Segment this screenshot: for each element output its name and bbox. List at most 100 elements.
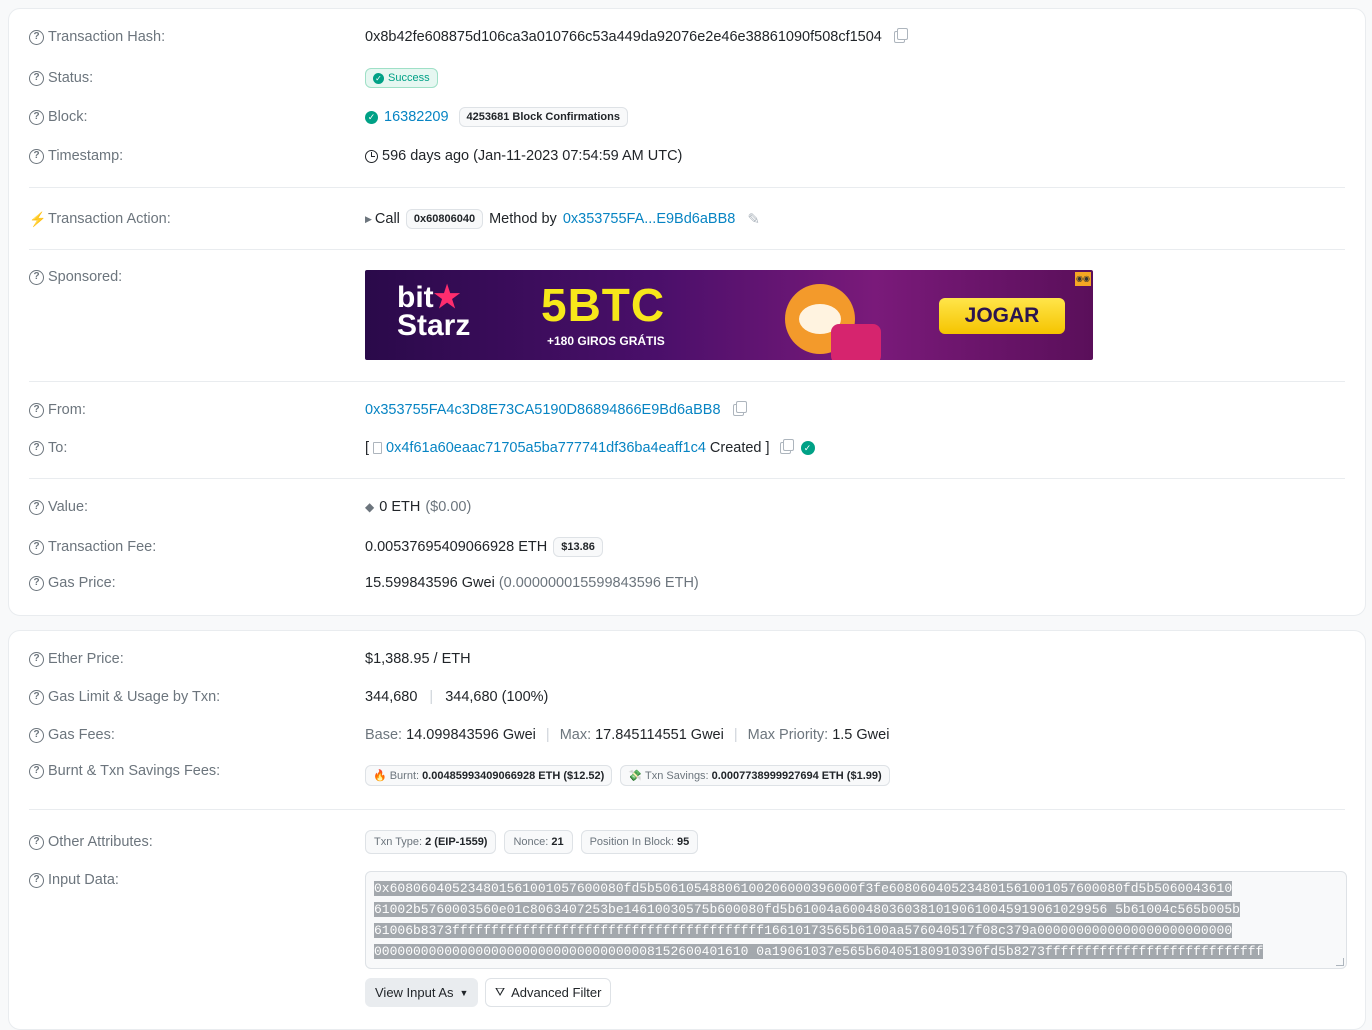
method-address-link[interactable]: 0x353755FA...E9Bd6aBB8	[563, 211, 736, 227]
txn-type-value: 2 (EIP-1559)	[425, 836, 488, 848]
ethereum-icon: ◆	[365, 500, 375, 514]
row-ether-price: ? Ether Price: $1,388.95 / ETH	[29, 651, 1345, 667]
savings-pill-label: Txn Savings:	[645, 769, 709, 782]
base-value: 14.099843596 Gwei	[406, 727, 536, 743]
copy-icon[interactable]	[893, 28, 908, 43]
banner-brand: bit★ Starz	[397, 283, 471, 342]
clock-icon	[365, 149, 378, 163]
input-label: Input Data:	[48, 872, 119, 888]
divider	[29, 478, 1345, 479]
help-icon[interactable]: ?	[29, 269, 44, 285]
from-label: From:	[48, 402, 86, 418]
help-icon[interactable]: ?	[29, 689, 44, 705]
divider	[29, 187, 1345, 188]
txn-type-label: Txn Type:	[374, 836, 423, 848]
max-value: 17.845114551 Gwei	[595, 727, 724, 743]
status-badge: ✓ Success	[365, 68, 438, 88]
value-label: Value:	[48, 499, 89, 515]
row-burnt-savings: ? Burnt & Txn Savings Fees: 🔥 Burnt: 0.0048…	[29, 763, 1345, 786]
row-transaction-fee: ? Transaction Fee: 0.00537695409066928 ET…	[29, 537, 1345, 557]
help-icon[interactable]: ?	[29, 70, 44, 86]
row-to: ? To: [0x4f61a60eaac71705a5ba777741df36ba…	[29, 439, 1345, 456]
pencil-icon[interactable]: ✎	[747, 210, 760, 228]
from-address-link[interactable]: 0x353755FA4c3D8E73CA5190D86894866E9Bd6aB…	[365, 402, 721, 418]
nonce-badge: Nonce: 21	[504, 830, 573, 854]
advanced-filter-button[interactable]: ⛛ Advanced Filter	[485, 978, 612, 1007]
help-icon[interactable]: ?	[29, 499, 44, 515]
row-tx-hash: ? Transaction Hash: 0x8b42fe608875d106ca3…	[29, 28, 1345, 45]
help-icon[interactable]: ?	[29, 440, 44, 456]
max-priority-value: 1.5 Gwei	[832, 727, 890, 743]
view-input-as-button[interactable]: View Input As ▼	[365, 978, 479, 1007]
caret-right-icon[interactable]: ▶	[365, 214, 372, 225]
help-icon[interactable]: ?	[29, 29, 44, 45]
help-icon[interactable]: ?	[29, 575, 44, 591]
other-label: Other Attributes:	[48, 834, 153, 850]
banner-cta-button[interactable]: JOGAR	[939, 298, 1065, 334]
position-value: 95	[676, 836, 690, 848]
action-label: Transaction Action:	[48, 211, 171, 227]
burnt-pill-label: Burnt:	[389, 769, 420, 782]
status-value: Success	[388, 72, 430, 84]
money-icon: 💸	[628, 770, 643, 782]
nonce-label: Nonce:	[513, 836, 549, 848]
timestamp-value: 596 days ago (Jan-11-2023 07:54:59 AM UT…	[382, 148, 683, 164]
help-icon[interactable]: ?	[29, 539, 44, 555]
block-confirmations-badge: 4253681 Block Confirmations	[458, 107, 628, 127]
burnt-badge: 🔥 Burnt: 0.00485993409066928 ETH ($12.52)	[365, 765, 613, 786]
savings-badge: 💸 Txn Savings: 0.0007738999927694 ETH ($1.…	[620, 765, 890, 786]
row-status: ? Status: ✓ Success	[29, 68, 1345, 88]
help-icon[interactable]: ?	[29, 872, 44, 888]
to-contract-link[interactable]: 0x4f61a60eaac71705a5ba777741df36ba4eaff1…	[386, 440, 706, 456]
burnt-pill-value: 0.00485993409066928 ETH ($12.52)	[422, 769, 605, 782]
sponsored-banner[interactable]: bit★ Starz 5BTC +180 GIROS GRÁTIS JOGAR …	[365, 270, 1093, 360]
check-circle-icon: ✓	[373, 72, 384, 84]
tx-hash-value: 0x8b42fe608875d106ca3a010766c53a449da920…	[365, 29, 882, 45]
row-block: ? Block: ✓ 16382209 4253681 Block Confirmat…	[29, 107, 1345, 127]
input-data-textarea[interactable]: 0x608060405234801561001057600080fd5b5061…	[365, 871, 1347, 969]
tx-hash-label: Transaction Hash:	[48, 29, 166, 45]
help-icon[interactable]: ?	[29, 727, 44, 743]
row-gas-limit: ? Gas Limit & Usage by Txn: 344,680 | 344,6…	[29, 689, 1345, 705]
row-gas-price: ? Gas Price: 15.599843596 Gwei (0.00000001…	[29, 575, 1345, 591]
max-label: Max:	[559, 727, 592, 743]
more-details-card: ? Ether Price: $1,388.95 / ETH ? Gas Limit…	[8, 630, 1366, 1030]
max-priority-label: Max Priority:	[747, 727, 829, 743]
block-label: Block:	[48, 109, 88, 125]
input-line: 61006b8373ffffffffffffffffffffffffffffff…	[374, 923, 1233, 938]
banner-headline: 5BTC	[541, 279, 666, 331]
method-by: Method by	[489, 211, 557, 227]
burnt-label: Burnt & Txn Savings Fees:	[48, 763, 221, 779]
banner-brand-bottom: Starz	[397, 309, 471, 342]
help-icon[interactable]: ?	[29, 402, 44, 418]
ad-choices-icon[interactable]: ◉◉	[1075, 272, 1091, 286]
view-input-as-label: View Input As	[375, 985, 454, 1000]
input-line: 0x608060405234801561001057600080fd5b5061…	[374, 881, 1233, 896]
row-from: ? From: 0x353755FA4c3D8E73CA5190D86894866…	[29, 401, 1345, 418]
fire-icon: 🔥	[373, 770, 387, 782]
value-eth: 0 ETH	[379, 499, 421, 515]
row-other-attributes: ? Other Attributes: Txn Type: 2 (EIP-1559)…	[29, 830, 1345, 854]
help-icon[interactable]: ?	[29, 834, 44, 850]
banner-sub: +180 GIROS GRÁTIS	[547, 334, 665, 348]
copy-icon[interactable]	[779, 439, 794, 454]
gas-usage-value: 344,680 (100%)	[445, 689, 549, 705]
resize-handle-icon[interactable]	[1336, 958, 1344, 966]
help-icon[interactable]: ?	[29, 651, 44, 667]
to-created: Created ]	[709, 440, 770, 456]
action-call: Call	[374, 211, 400, 227]
divider	[29, 809, 1345, 810]
help-icon[interactable]: ?	[29, 109, 44, 125]
block-link[interactable]: 16382209	[384, 109, 449, 125]
help-icon[interactable]: ?	[29, 148, 44, 164]
copy-icon[interactable]	[732, 401, 747, 416]
base-label: Base:	[365, 727, 403, 743]
help-icon[interactable]: ?	[29, 763, 44, 779]
position-badge: Position In Block: 95	[580, 830, 699, 854]
row-timestamp: ? Timestamp: 596 days ago (Jan-11-2023 07…	[29, 148, 1345, 164]
value-usd: ($0.00)	[425, 499, 472, 515]
divider-bar: |	[429, 689, 434, 705]
advanced-filter-label: Advanced Filter	[511, 985, 602, 1000]
ether-price-label: Ether Price:	[48, 651, 124, 667]
row-transaction-action: ⚡ Transaction Action: ▶ Call 0x60806040 Meth…	[29, 209, 1345, 229]
